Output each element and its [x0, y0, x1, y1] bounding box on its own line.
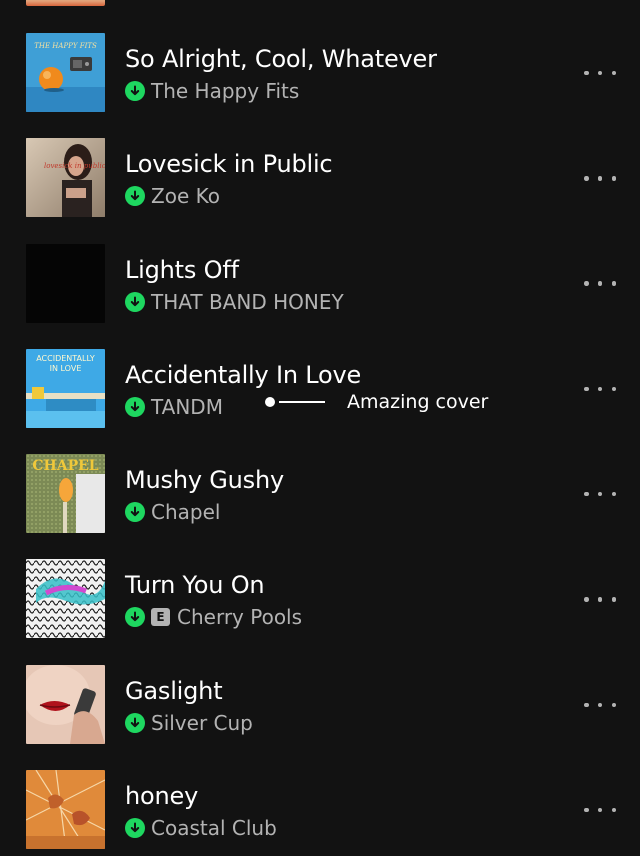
more-options-button[interactable]	[584, 798, 616, 822]
more-options-button[interactable]	[584, 166, 616, 190]
track-artist[interactable]: THAT BAND HONEY	[151, 290, 344, 314]
annotation-line	[279, 401, 325, 403]
track-title: Lovesick in Public	[125, 150, 333, 179]
track-subtitle: The Happy Fits	[125, 79, 299, 103]
track-subtitle: Zoe Ko	[125, 184, 220, 208]
previous-album-art[interactable]	[26, 0, 105, 6]
svg-text:CHAPEL: CHAPEL	[32, 458, 98, 474]
track-row[interactable]: Turn You On E Cherry Pools	[0, 559, 640, 664]
track-row[interactable]: honey Coastal Club	[0, 770, 640, 856]
annotation-callout: Amazing cover	[265, 390, 488, 414]
annotation-text: Amazing cover	[347, 391, 489, 413]
more-options-button[interactable]	[584, 693, 616, 717]
track-artist[interactable]: Silver Cup	[151, 711, 253, 735]
explicit-badge: E	[151, 608, 170, 627]
track-row[interactable]: CHAPEL Mushy Gushy Chapel	[0, 454, 640, 559]
track-title: Accidentally In Love	[125, 360, 362, 389]
svg-text:ACCIDENTALLY: ACCIDENTALLY	[36, 354, 95, 363]
more-options-icon	[584, 281, 589, 286]
track-row[interactable]: Lights Off THAT BAND HONEY	[0, 243, 640, 349]
track-title: Gaslight	[125, 676, 223, 705]
track-subtitle: Chapel	[125, 500, 220, 524]
more-options-button[interactable]	[584, 61, 616, 85]
download-icon	[125, 81, 145, 101]
download-icon	[125, 291, 145, 312]
download-icon	[125, 186, 145, 207]
track-artist[interactable]: Zoe Ko	[151, 184, 220, 208]
track-title: So Alright, Cool, Whatever	[125, 45, 437, 73]
album-art: CHAPEL	[26, 454, 105, 534]
album-art: ACCIDENTALLY IN LOVE	[26, 348, 105, 428]
more-options-button[interactable]	[584, 377, 616, 401]
track-artist[interactable]: Chapel	[151, 500, 220, 524]
track-artist[interactable]: The Happy Fits	[151, 79, 299, 103]
more-options-icon	[584, 386, 589, 392]
svg-text:THE HAPPY FITS: THE HAPPY FITS	[34, 42, 97, 50]
download-icon	[125, 607, 145, 628]
more-options-icon	[584, 70, 589, 76]
annotation-dot	[265, 397, 275, 407]
download-icon	[125, 818, 145, 839]
track-subtitle: TANDM	[125, 395, 223, 419]
track-list: THE HAPPY FITS So Alright, Cool, Whateve…	[0, 33, 640, 856]
track-row[interactable]: THE HAPPY FITS So Alright, Cool, Whateve…	[0, 33, 640, 138]
more-options-icon	[584, 491, 589, 497]
download-icon	[125, 712, 145, 733]
more-options-icon	[584, 176, 589, 181]
more-options-button[interactable]	[584, 482, 616, 506]
download-icon	[125, 502, 145, 523]
svg-text:IN LOVE: IN LOVE	[50, 364, 82, 373]
download-icon	[125, 396, 145, 417]
more-options-button[interactable]	[584, 272, 616, 296]
album-art	[26, 664, 105, 744]
track-artist[interactable]: TANDM	[151, 395, 223, 419]
album-art: lovesick in public	[26, 138, 105, 218]
track-title: Mushy Gushy	[125, 466, 284, 495]
album-art	[26, 770, 105, 850]
track-subtitle: Coastal Club	[125, 816, 277, 840]
more-options-icon	[584, 597, 589, 602]
album-art	[26, 559, 105, 639]
album-art: THE HAPPY FITS	[26, 33, 105, 112]
svg-text:lovesick in public: lovesick in public	[44, 162, 105, 170]
album-art	[26, 243, 105, 323]
track-row[interactable]: lovesick in public Lovesick in Public Zo…	[0, 138, 640, 243]
track-artist[interactable]: Coastal Club	[151, 816, 277, 840]
track-title: Lights Off	[125, 255, 239, 284]
track-subtitle: Silver Cup	[125, 711, 253, 735]
track-row[interactable]: Gaslight Silver Cup	[0, 664, 640, 770]
track-title: Turn You On	[125, 571, 265, 600]
track-artist[interactable]: Cherry Pools	[177, 605, 302, 629]
more-options-icon	[584, 702, 589, 708]
track-subtitle: THAT BAND HONEY	[125, 290, 344, 314]
track-title: honey	[125, 782, 199, 811]
more-options-button[interactable]	[584, 587, 616, 611]
track-subtitle: E Cherry Pools	[125, 605, 302, 629]
more-options-icon	[584, 807, 589, 813]
